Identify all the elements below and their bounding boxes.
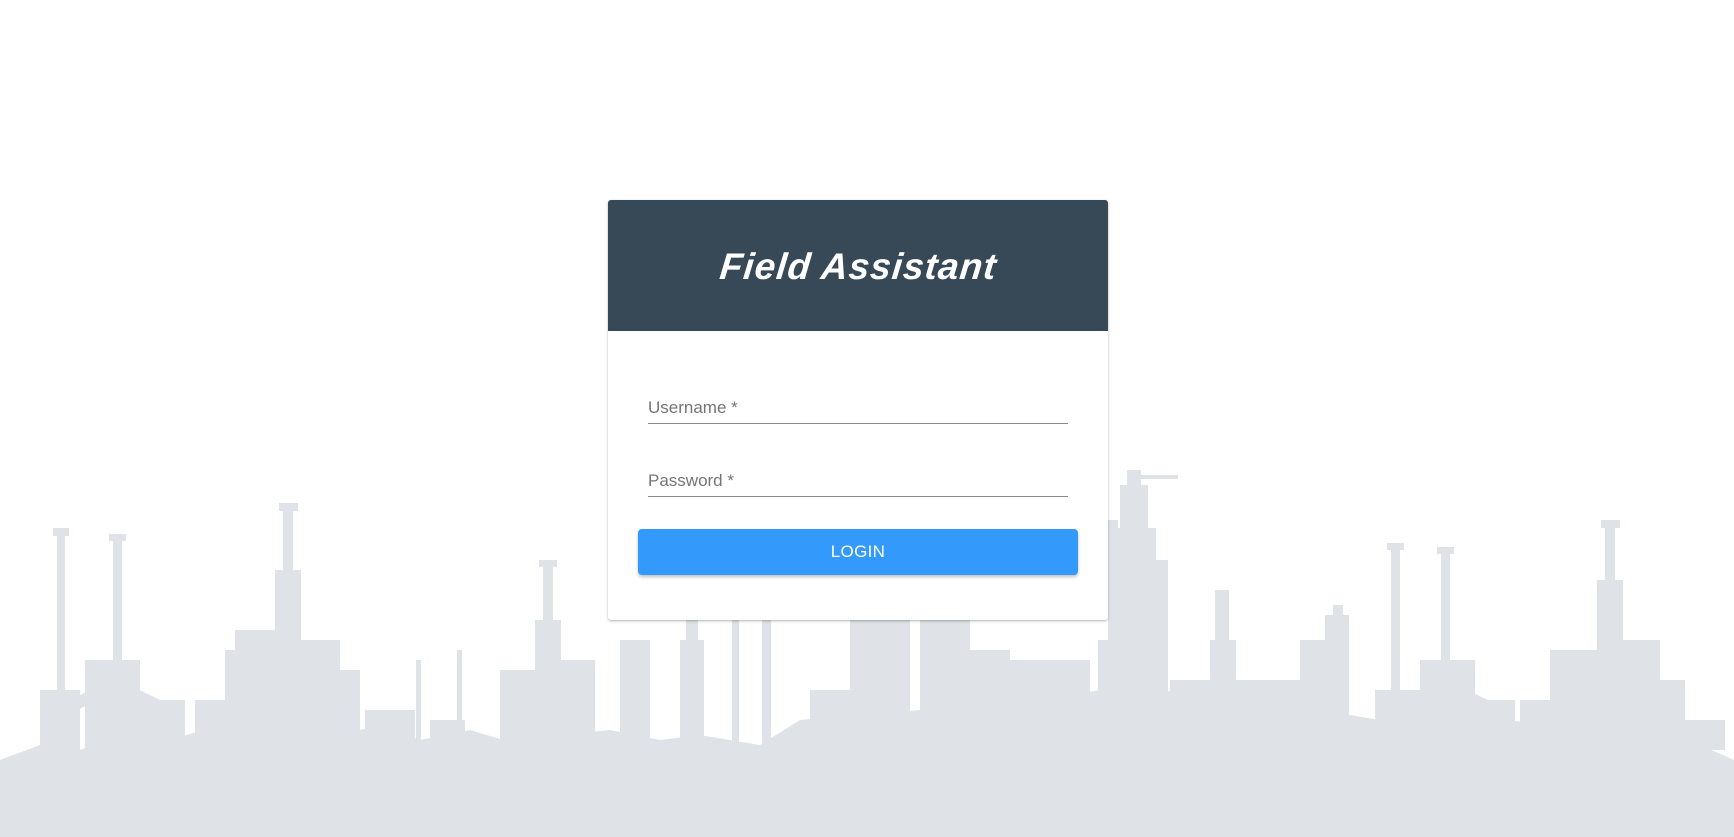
password-field-wrapper <box>648 462 1068 497</box>
login-card-header: Field Assistant <box>608 200 1108 331</box>
login-page: Field Assistant LOGIN <box>0 0 1734 837</box>
login-form: LOGIN <box>608 331 1108 575</box>
app-title: Field Assistant <box>717 245 999 287</box>
username-input[interactable] <box>648 393 1068 423</box>
username-field-wrapper <box>648 389 1068 424</box>
password-input[interactable] <box>648 466 1068 496</box>
login-card: Field Assistant LOGIN <box>608 200 1108 620</box>
login-button[interactable]: LOGIN <box>638 529 1078 575</box>
